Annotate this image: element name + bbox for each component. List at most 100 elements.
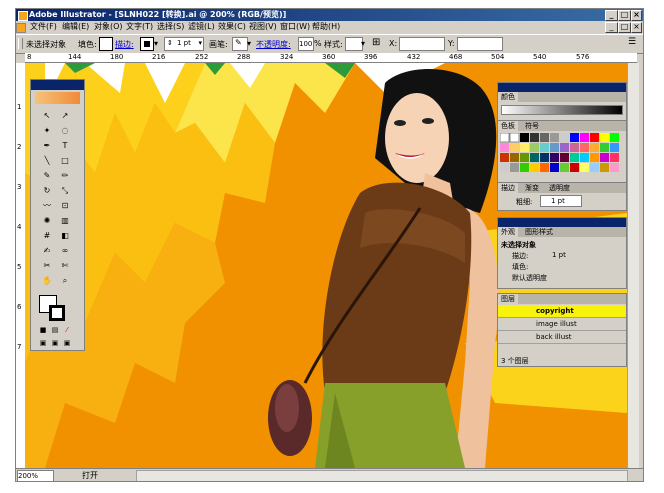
tab-symbols[interactable]: 符号: [522, 121, 542, 131]
menu-help[interactable]: 帮助(H): [312, 21, 340, 33]
tab-swatches[interactable]: 色板: [498, 121, 518, 131]
direct-selection-tool-icon[interactable]: ↗: [59, 110, 71, 122]
swatch-grid[interactable]: [500, 133, 620, 178]
fill-swatch[interactable]: [99, 37, 113, 51]
menu-file[interactable]: 文件(F): [30, 21, 57, 33]
mesh-tool-icon[interactable]: #: [41, 230, 53, 242]
opacity-label[interactable]: 不透明度:: [256, 39, 291, 50]
doc-close-button[interactable]: ×: [631, 22, 642, 33]
menu-select[interactable]: 选择(S): [157, 21, 184, 33]
layer-row[interactable]: back illust: [498, 331, 626, 344]
menu-filter[interactable]: 滤镜(L): [188, 21, 215, 33]
y-field[interactable]: [457, 37, 503, 51]
ruler-tick: 180: [110, 53, 124, 61]
magic-wand-icon[interactable]: ✦: [41, 125, 53, 137]
menu-view[interactable]: 视图(V): [249, 21, 277, 33]
tab-gradient[interactable]: 渐变: [522, 183, 542, 193]
tab-stroke[interactable]: 描边: [498, 183, 518, 193]
ai-logo: [35, 92, 80, 104]
stroke-color-box[interactable]: [49, 305, 65, 321]
stroke-weight-field[interactable]: 1 pt: [540, 195, 582, 207]
ruler-tick: 252: [195, 53, 209, 61]
ruler-tick: 288: [237, 53, 251, 61]
screen-mode-full-icon[interactable]: ▣: [49, 337, 61, 349]
stroke-swatch[interactable]: [140, 37, 154, 51]
slice-tool-icon[interactable]: ✂: [41, 260, 53, 272]
doc-restore-button[interactable]: □: [618, 22, 631, 33]
stroke-weight-value: 1 pt: [551, 197, 565, 205]
chevron-down-icon[interactable]: ▾: [154, 39, 158, 48]
ruler-tick: 468: [449, 53, 463, 61]
menu-edit[interactable]: 编辑(E): [62, 21, 89, 33]
appearance-opacity-row[interactable]: 默认透明度: [512, 273, 547, 283]
color-mode-icon[interactable]: ■: [37, 324, 49, 336]
ruler-tick: 144: [68, 53, 82, 61]
tab-graphic-styles[interactable]: 图形样式: [522, 227, 556, 237]
stroke-panel: 描边 渐变 透明度 粗细: 1 pt: [497, 182, 627, 211]
eyedropper-icon[interactable]: ✍: [41, 245, 53, 257]
brush-swatch[interactable]: ✎: [232, 37, 248, 51]
doc-minimize-button[interactable]: _: [605, 22, 618, 33]
color-ramp[interactable]: [501, 105, 623, 115]
style-label: 样式:: [324, 40, 343, 49]
brush-chevron-icon[interactable]: ▾: [247, 39, 251, 48]
hand-tool-icon[interactable]: ✋: [41, 275, 53, 287]
close-button[interactable]: ×: [631, 10, 642, 21]
graph-tool-icon[interactable]: ▥: [59, 215, 71, 227]
zoom-tool-icon[interactable]: ⌕: [59, 275, 71, 287]
style-chevron-icon[interactable]: ▾: [361, 39, 365, 48]
grip-icon: [18, 38, 23, 49]
lasso-tool-icon[interactable]: ◌: [59, 125, 71, 137]
maximize-button[interactable]: □: [618, 10, 631, 21]
menu-object[interactable]: 对象(O): [94, 21, 123, 33]
type-tool-icon[interactable]: T: [59, 140, 71, 152]
opacity-field[interactable]: 100: [298, 37, 314, 51]
app-window: Adobe Illustrator - [SLNH022 [转换].ai @ 2…: [15, 8, 644, 482]
free-transform-icon[interactable]: ⊡: [59, 200, 71, 212]
brush-label: 画笔:: [209, 40, 228, 49]
selection-tool-icon[interactable]: ↖: [41, 110, 53, 122]
tab-appearance[interactable]: 外观: [498, 227, 518, 237]
scissors-tool-icon[interactable]: ✄: [59, 260, 71, 272]
warp-tool-icon[interactable]: 〰: [41, 200, 53, 212]
rotate-tool-icon[interactable]: ↻: [41, 185, 53, 197]
tab-layers[interactable]: 图层: [498, 294, 518, 304]
swatches-panel-tabs: 色板 符号: [498, 121, 626, 131]
menu-effect[interactable]: 效果(C): [218, 21, 246, 33]
layer-name: copyright: [536, 307, 574, 315]
doc-icon[interactable]: [16, 23, 26, 33]
menu-window[interactable]: 窗口(W): [280, 21, 310, 33]
layers-panel-tabs: 图层: [498, 294, 626, 304]
screen-mode-full2-icon[interactable]: ▣: [61, 337, 73, 349]
control-menu-icon[interactable]: ☰: [628, 37, 636, 47]
x-field[interactable]: [399, 37, 445, 51]
gradient-tool-icon[interactable]: ◧: [59, 230, 71, 242]
zoom-field[interactable]: 200%: [17, 470, 54, 481]
tab-color[interactable]: 颜色: [498, 92, 518, 102]
transform-icon[interactable]: ⊞: [372, 37, 380, 48]
pencil-tool-icon[interactable]: ✏: [59, 170, 71, 182]
pen-tool-icon[interactable]: ✒: [41, 140, 53, 152]
gradient-mode-icon[interactable]: ▤: [49, 324, 61, 336]
stroke-weight-label: 粗细:: [516, 198, 533, 206]
stroke-label[interactable]: 描边:: [115, 39, 134, 50]
rectangle-tool-icon[interactable]: □: [59, 155, 71, 167]
ruler-tick: 8: [27, 53, 32, 61]
scale-tool-icon[interactable]: ⤡: [59, 185, 71, 197]
appearance-fill-row[interactable]: 填色:: [512, 262, 528, 272]
none-mode-icon[interactable]: ⁄: [61, 324, 73, 336]
horizontal-scrollbar[interactable]: [136, 470, 628, 481]
vertical-scrollbar[interactable]: [627, 63, 639, 468]
layer-row[interactable]: copyright: [498, 305, 626, 318]
minimize-button[interactable]: _: [605, 10, 618, 21]
stroke-width-field[interactable]: ⇕ 1 pt ▾: [164, 37, 204, 51]
layer-row[interactable]: image illust: [498, 318, 626, 331]
symbol-sprayer-icon[interactable]: ✺: [41, 215, 53, 227]
line-tool-icon[interactable]: ╲: [41, 155, 53, 167]
blend-tool-icon[interactable]: ∞: [59, 245, 71, 257]
tab-transparency[interactable]: 透明度: [546, 183, 573, 193]
paintbrush-tool-icon[interactable]: ✎: [41, 170, 53, 182]
menu-type[interactable]: 文字(T): [126, 21, 153, 33]
screen-mode-icon[interactable]: ▣: [37, 337, 49, 349]
appearance-stroke-row[interactable]: 描边:: [512, 251, 528, 261]
